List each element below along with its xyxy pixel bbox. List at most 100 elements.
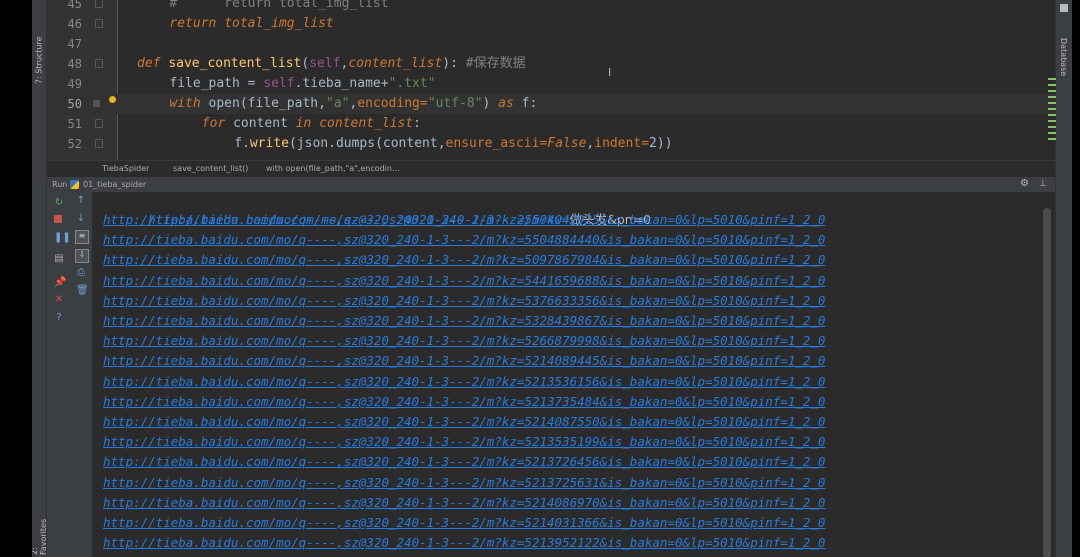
code-token: content — [233, 116, 296, 131]
code-token: open(file_path, — [208, 96, 326, 111]
code-token: content_list — [348, 56, 443, 71]
fold-icon[interactable] — [95, 19, 103, 28]
line-number: 50 — [67, 97, 82, 111]
code-text: file_path = self.tieba_name+".txt" — [169, 74, 435, 94]
console-line: http://tieba.baidu.com/mo/q----,sz@320_2… — [103, 271, 825, 291]
code-token: encoding= — [357, 96, 428, 111]
fold-icon[interactable] — [95, 0, 103, 8]
console-url-link[interactable]: http://tieba.baidu.com/mo/q----,sz@320_2… — [103, 535, 825, 550]
console-line: http://tieba.baidu.com/mo/q----,sz@320_2… — [103, 192, 651, 227]
console-line: http://tieba.baidu.com/mo/q----,sz@320_2… — [103, 432, 825, 452]
console-line: http://tieba.baidu.com/mo/q----,sz@320_2… — [103, 311, 825, 331]
help-icon[interactable]: ? — [54, 313, 64, 323]
favorites-tab[interactable]: 2: Favorites — [32, 510, 48, 555]
structure-tab[interactable]: 7: Structure — [32, 30, 46, 90]
print-icon[interactable]: ⎙ — [76, 268, 86, 278]
code-line: 48 def save_content_list(self,content_lis… — [47, 54, 1055, 74]
console-url-link[interactable]: http://tieba.baidu.com/mo/q----,sz@320_2… — [103, 394, 825, 409]
code-token: self — [263, 76, 295, 91]
line-number: 51 — [67, 117, 82, 131]
console-line: http://tieba.baidu.com/mo/q----,sz@320_2… — [103, 412, 825, 432]
code-token: file_path = — [169, 76, 264, 91]
code-token: f. — [234, 136, 250, 151]
code-token: ensure_ascii= — [445, 136, 548, 151]
database-tab[interactable]: Database — [1059, 38, 1068, 76]
console-url-link[interactable]: http://tieba.baidu.com/mo/q----,sz@320_2… — [103, 414, 825, 429]
console-scrollbar[interactable] — [1040, 192, 1055, 557]
fold-icon[interactable] — [95, 119, 103, 128]
console-line: http://tieba.baidu.com/mo/q----,sz@320_2… — [103, 372, 825, 392]
line-number: 46 — [67, 17, 82, 31]
fold-icon[interactable] — [95, 59, 103, 68]
gear-icon[interactable]: ⚙ — [1020, 178, 1029, 189]
code-token: with — [169, 96, 209, 111]
stop-icon[interactable] — [54, 215, 62, 223]
console-url-link[interactable]: http://tieba.baidu.com/mo/q----,sz@320_2… — [103, 374, 825, 389]
console-output[interactable]: · · · · · · · · · · · · http://tieba.bai… — [93, 192, 1040, 557]
scroll-up-icon[interactable]: ↑ — [76, 196, 86, 206]
code-token: self — [309, 56, 341, 71]
code-line: 52 f.write(json.dumps(content,ensure_asci… — [47, 134, 1055, 154]
code-token: #保存数据 — [465, 56, 526, 71]
trash-icon[interactable]: 🗑 — [76, 286, 89, 296]
console-url-link[interactable]: http://tieba.baidu.com/mo/q----,sz@320_2… — [103, 353, 825, 368]
code-token: .tieba_name+ — [294, 76, 389, 91]
console-url-link[interactable]: http://tieba.baidu.com/mo/q----,sz@320_2… — [103, 212, 825, 227]
bulb-icon[interactable] — [109, 96, 116, 103]
code-token: ".txt" — [388, 76, 436, 91]
code-line: 45 # return total_img_list — [47, 0, 1055, 14]
code-token: total_img_list — [224, 16, 334, 31]
code-editor[interactable]: 45 # return total_img_list 46 return total_… — [47, 0, 1055, 160]
console-url-link[interactable]: http://tieba.baidu.com/mo/q----,sz@320_2… — [103, 475, 825, 490]
code-token: (json.dumps(content, — [288, 136, 446, 151]
breadcrumb-item-class[interactable]: TiebaSpider — [102, 164, 149, 173]
code-line: 46 return total_img_list — [47, 14, 1055, 34]
code-token: indent= — [594, 136, 650, 151]
console-url-link[interactable]: http://tieba.baidu.com/mo/q----,sz@320_2… — [103, 333, 825, 348]
console-line: http://tieba.baidu.com/mo/q----,sz@320_2… — [103, 533, 825, 553]
scroll-down-icon[interactable]: ↓ — [76, 214, 86, 224]
left-tool-strip: 7: Structure 2: Favorites — [32, 0, 48, 557]
code-text: def save_content_list(self,content_list)… — [137, 54, 526, 74]
minimize-icon[interactable]: ⊥ — [1039, 179, 1047, 189]
console-url-link[interactable]: http://tieba.baidu.com/mo/q----,sz@320_2… — [103, 252, 825, 267]
close-icon[interactable]: ✕ — [54, 295, 64, 305]
rerun-icon[interactable]: ↻ — [54, 198, 64, 208]
code-token: as — [498, 96, 522, 111]
run-config-tab[interactable]: 01_tieba_spider — [83, 180, 146, 189]
console-url-link[interactable]: http://tieba.baidu.com/mo/q----,sz@320_2… — [103, 273, 825, 288]
scrollbar-thumb[interactable] — [1043, 208, 1051, 557]
pause-icon[interactable]: ❚❚ — [54, 233, 71, 243]
code-token: return — [169, 16, 225, 31]
code-line: 49 file_path = self.tieba_name+".txt" — [47, 74, 1055, 94]
layout-icon[interactable]: ▤ — [54, 254, 64, 264]
fold-icon[interactable] — [95, 139, 103, 148]
gutter-marker-icon[interactable] — [93, 100, 100, 107]
console-url-link[interactable]: http://tieba.baidu.com/mo/q----,sz@320_2… — [103, 454, 825, 469]
breadcrumb-item-statement[interactable]: with open(file_path,"a",encodin... — [266, 164, 400, 173]
console-url-link[interactable]: http://tieba.baidu.com/mo/q----,sz@320_2… — [103, 293, 825, 308]
console-url-link[interactable]: http://tieba.baidu.com/mo/q----,sz@320_2… — [103, 495, 825, 510]
console-url-link[interactable]: http://tieba.baidu.com/mo/q----,sz@320_2… — [103, 313, 825, 328]
scroll-markers — [1048, 78, 1056, 142]
console-line: http://tieba.baidu.com/mo/q----,sz@320_2… — [103, 452, 825, 472]
line-number: 47 — [67, 37, 82, 51]
code-token: "utf-8" — [427, 96, 483, 111]
code-line: 51 for content in content_list: — [47, 114, 1055, 134]
line-number: 48 — [67, 57, 82, 71]
console-line: http://tieba.baidu.com/mo/q----,sz@320_2… — [103, 392, 825, 412]
console-line: http://tieba.baidu.com/mo/q----,sz@320_2… — [103, 513, 825, 533]
python-icon — [70, 180, 79, 189]
scroll-to-end-icon[interactable]: ⇩ — [75, 249, 89, 263]
pin-icon[interactable]: 📌 — [54, 278, 66, 288]
console-url-link[interactable]: http://tieba.baidu.com/mo/q----,sz@320_2… — [103, 434, 825, 449]
console-line: http://tieba.baidu.com/mo/q----,sz@320_2… — [103, 291, 825, 311]
console-url-link[interactable]: http://tieba.baidu.com/mo/q----,sz@320_2… — [103, 515, 825, 530]
right-tool-strip: Database — [1055, 0, 1072, 557]
code-token: for — [201, 116, 234, 131]
console-url-link[interactable]: http://tieba.baidu.com/mo/q----,sz@320_2… — [103, 232, 825, 247]
ide-window: 7: Structure 2: Favorites 45 # return tot… — [32, 0, 1072, 557]
soft-wrap-icon[interactable]: ≡ — [75, 230, 89, 244]
database-icon — [1060, 4, 1068, 12]
breadcrumb-item-method[interactable]: save_content_list() — [173, 164, 248, 173]
